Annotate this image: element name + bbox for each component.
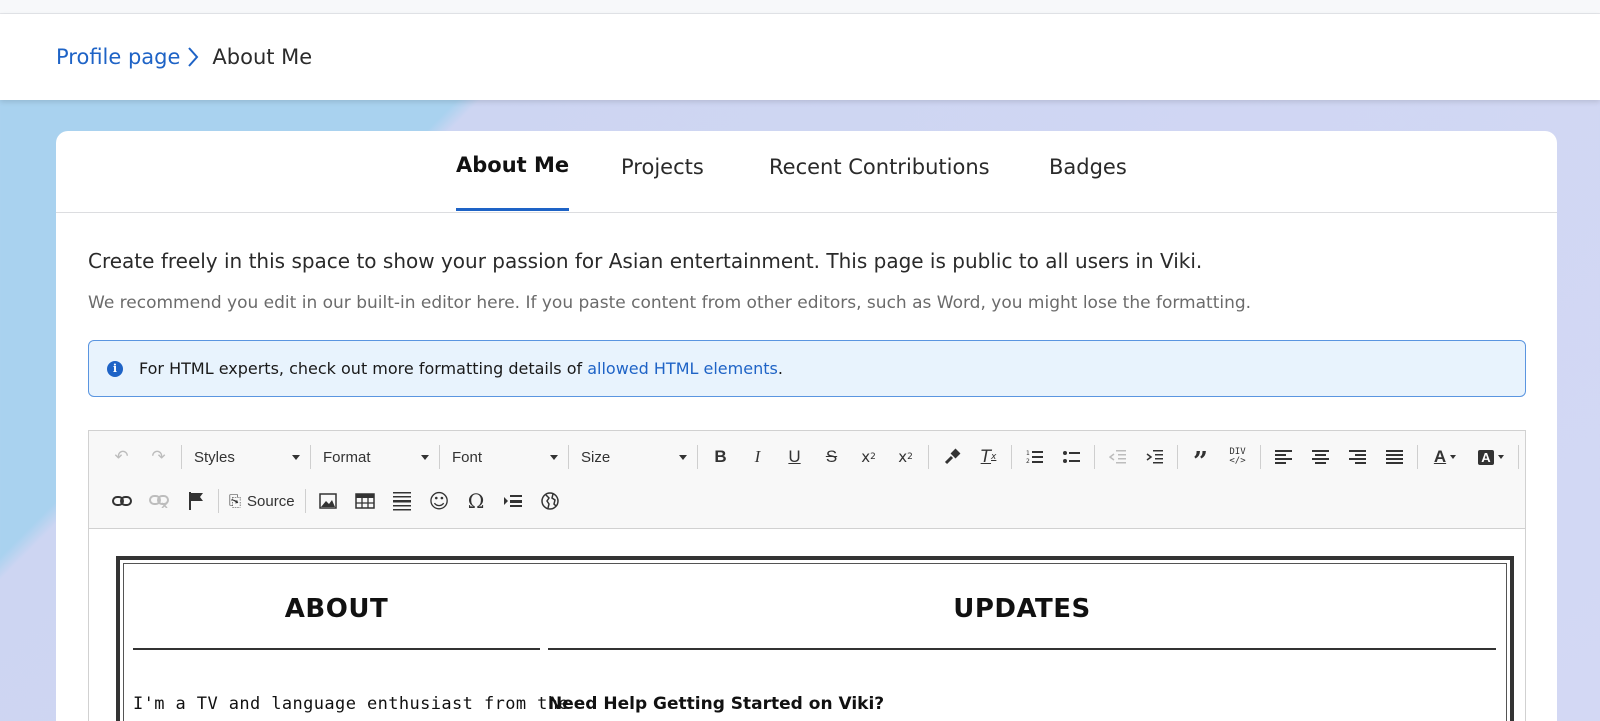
info-suffix: . xyxy=(777,359,783,378)
tab-bar: About Me Projects Recent Contributions B… xyxy=(56,131,1557,213)
source-label: Source xyxy=(247,492,295,510)
unlink-icon[interactable] xyxy=(140,487,177,515)
toolbar-separator xyxy=(181,445,182,469)
toolbar-separator xyxy=(568,445,569,469)
align-left-icon[interactable] xyxy=(1265,443,1302,471)
size-label: Size xyxy=(581,448,611,466)
top-strip xyxy=(0,0,1600,14)
strikethrough-icon[interactable]: S xyxy=(813,443,850,471)
tab-about-me[interactable]: About Me xyxy=(456,153,570,211)
about-text: I'm a TV and language enthusiast from th… xyxy=(133,694,570,714)
about-heading: ABOUT xyxy=(133,564,540,650)
toolbar-separator xyxy=(1094,445,1095,469)
text-color-icon[interactable]: A xyxy=(1422,443,1468,471)
dropdown-arrow-icon xyxy=(421,454,429,460)
breadcrumb-current: About Me xyxy=(212,45,313,69)
toolbar-separator xyxy=(928,445,929,469)
breadcrumb-profile-link[interactable]: Profile page xyxy=(56,45,180,69)
format-label: Format xyxy=(323,448,371,466)
styles-label: Styles xyxy=(194,448,235,466)
numbered-list-icon[interactable]: 12 xyxy=(1016,443,1053,471)
toolbar-separator xyxy=(1417,445,1418,469)
editor-toolbar: ↶ ↷ Styles Format Font Size B I U S x2 x… xyxy=(89,431,1525,529)
font-dropdown[interactable]: Font xyxy=(444,443,564,471)
blockquote-icon[interactable]: ” xyxy=(1182,443,1219,477)
align-right-icon[interactable] xyxy=(1339,443,1376,471)
font-label: Font xyxy=(452,448,483,466)
toolbar-separator xyxy=(310,445,311,469)
dropdown-arrow-icon xyxy=(550,454,558,460)
toolbar-separator xyxy=(218,489,219,513)
info-icon: i xyxy=(107,360,123,377)
align-center-icon[interactable] xyxy=(1302,443,1339,471)
rich-text-editor: ↶ ↷ Styles Format Font Size B I U S x2 x… xyxy=(88,430,1526,721)
create-div-icon[interactable]: DIV </> xyxy=(1219,443,1256,471)
toolbar-separator xyxy=(1011,445,1012,469)
tab-badges[interactable]: Badges xyxy=(1049,155,1127,213)
underline-icon[interactable]: U xyxy=(776,443,813,471)
svg-text:1: 1 xyxy=(1026,450,1030,457)
info-text: For HTML experts, check out more formatt… xyxy=(139,359,583,378)
dropdown-arrow-icon xyxy=(679,454,687,460)
chevron-right-icon xyxy=(186,45,206,69)
subscript-icon[interactable]: x2 xyxy=(850,443,887,471)
about-column: ABOUT I'm a TV and language enthusiast f… xyxy=(133,564,570,714)
source-button[interactable]: ⎘ Source xyxy=(223,487,301,515)
toolbar-separator xyxy=(1260,445,1261,469)
editor-content[interactable]: ABOUT I'm a TV and language enthusiast f… xyxy=(116,556,1514,721)
updates-column: UPDATES Need Help Getting Started on Vik… xyxy=(540,564,1496,714)
content-frame: ABOUT I'm a TV and language enthusiast f… xyxy=(123,563,1507,721)
toolbar-separator xyxy=(697,445,698,469)
intro-subtext: We recommend you edit in our built-in ed… xyxy=(88,293,1252,313)
undo-icon[interactable]: ↶ xyxy=(103,443,140,471)
image-icon[interactable] xyxy=(310,487,347,515)
horizontal-line-icon[interactable] xyxy=(384,487,421,515)
dropdown-arrow-icon xyxy=(292,454,300,460)
toolbar-separator xyxy=(1518,445,1519,469)
globe-icon[interactable] xyxy=(532,487,569,515)
tab-recent-contributions[interactable]: Recent Contributions xyxy=(769,155,990,213)
align-justify-icon[interactable] xyxy=(1376,443,1413,471)
size-dropdown[interactable]: Size xyxy=(573,443,693,471)
allowed-html-link[interactable]: allowed HTML elements xyxy=(587,359,778,378)
smiley-icon[interactable]: ☺ xyxy=(421,487,458,515)
page-header: Profile page About Me xyxy=(0,14,1600,100)
info-banner: i For HTML experts, check out more forma… xyxy=(88,340,1526,397)
bold-icon[interactable]: B xyxy=(702,443,739,471)
special-char-icon[interactable]: Ω xyxy=(458,487,495,515)
superscript-icon[interactable]: x2 xyxy=(887,443,924,471)
format-dropdown[interactable]: Format xyxy=(315,443,435,471)
profile-card: About Me Projects Recent Contributions B… xyxy=(56,131,1557,721)
increase-indent-icon[interactable] xyxy=(1136,443,1173,471)
svg-text:2: 2 xyxy=(1026,458,1030,465)
toolbar-separator xyxy=(304,489,306,513)
bulleted-list-icon[interactable] xyxy=(1053,443,1090,471)
redo-icon[interactable]: ↷ xyxy=(140,443,177,471)
link-icon[interactable] xyxy=(103,487,140,515)
styles-dropdown[interactable]: Styles xyxy=(186,443,306,471)
background-color-icon[interactable]: A xyxy=(1468,443,1514,471)
anchor-flag-icon[interactable] xyxy=(177,487,214,515)
updates-heading: UPDATES xyxy=(548,564,1496,650)
table-icon[interactable] xyxy=(347,487,384,515)
page-break-icon[interactable] xyxy=(495,487,532,515)
copy-formatting-icon[interactable] xyxy=(933,443,970,471)
toolbar-separator xyxy=(1177,445,1178,469)
tab-projects[interactable]: Projects xyxy=(621,155,704,213)
updates-text: Need Help Getting Started on Viki? xyxy=(548,694,885,714)
italic-icon[interactable]: I xyxy=(739,443,776,471)
decrease-indent-icon[interactable] xyxy=(1099,443,1136,471)
remove-format-icon[interactable]: Tx xyxy=(970,443,1007,471)
toolbar-separator xyxy=(439,445,440,469)
source-icon: ⎘ xyxy=(229,492,242,510)
intro-headline: Create freely in this space to show your… xyxy=(88,249,1203,273)
